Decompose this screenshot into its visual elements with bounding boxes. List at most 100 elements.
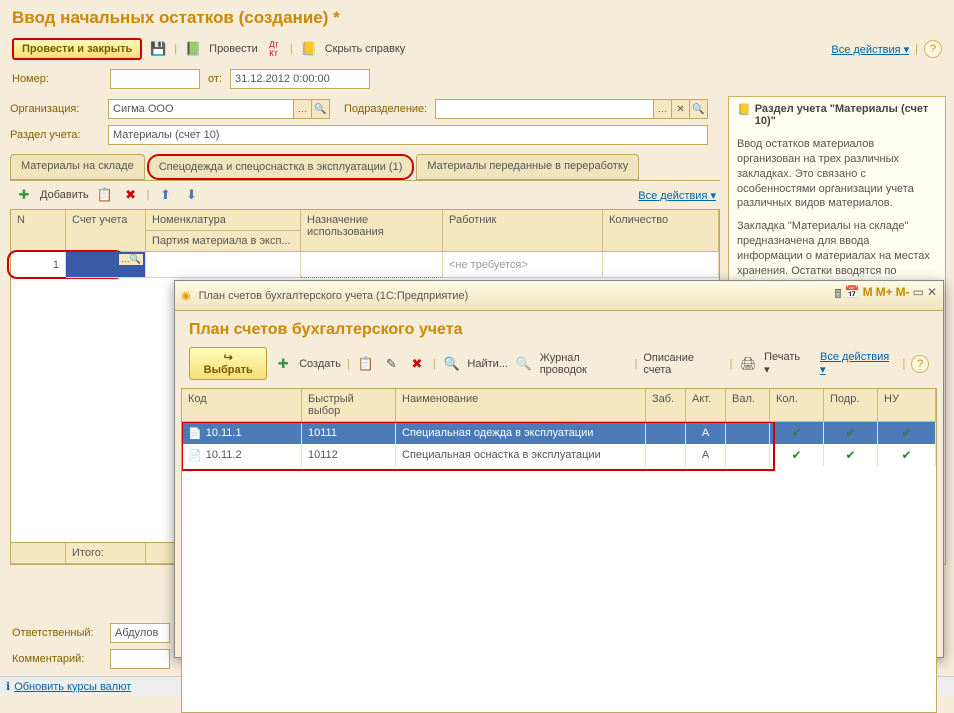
- post-button[interactable]: Провести: [209, 43, 258, 55]
- tab-stock[interactable]: Материалы на складе: [10, 154, 145, 180]
- col-n: N: [11, 210, 66, 252]
- from-label: от:: [208, 73, 222, 85]
- all-actions-link[interactable]: Все действия ▾: [638, 189, 716, 202]
- modal-wintitle: План счетов бухгалтерского учета (1С:Пре…: [199, 290, 469, 302]
- subdiv-field[interactable]: … ✕ 🔍: [435, 99, 708, 119]
- totals-label: Итого:: [66, 543, 146, 564]
- help-title: Раздел учета "Материалы (счет 10)": [755, 103, 937, 127]
- ellipsis-icon[interactable]: …: [653, 100, 671, 118]
- copy-icon[interactable]: 📋: [356, 354, 376, 374]
- number-field[interactable]: [110, 69, 200, 89]
- page-title: Ввод начальных остатков (создание) *: [0, 0, 954, 34]
- col-quick: Быстрый выбор: [302, 389, 396, 422]
- tab-processing[interactable]: Материалы переданные в переработку: [416, 154, 639, 180]
- col-batch: Партия материала в эксп...: [146, 231, 301, 252]
- add-icon[interactable]: ✚: [14, 185, 34, 205]
- delete-icon[interactable]: ✖: [407, 354, 427, 374]
- col-worker: Работник: [443, 210, 603, 252]
- date-field[interactable]: 31.12.2012 0:00:00: [230, 69, 370, 89]
- responsible-field[interactable]: Абдулов: [110, 623, 170, 643]
- minimize-icon[interactable]: ▭: [913, 285, 924, 306]
- edit-icon[interactable]: ✎: [381, 354, 401, 374]
- down-icon[interactable]: ⬇: [181, 185, 201, 205]
- section-field[interactable]: Материалы (счет 10): [108, 125, 708, 145]
- clear-icon[interactable]: ✕: [671, 100, 689, 118]
- help-icon[interactable]: ?: [911, 355, 929, 373]
- select-button[interactable]: ↪ Выбрать: [189, 347, 267, 380]
- responsible-label: Ответственный:: [12, 627, 106, 639]
- divider: |: [635, 358, 638, 370]
- m-minus-button[interactable]: M-: [896, 285, 910, 306]
- chart-of-accounts-modal: ◉ План счетов бухгалтерского учета (1С:П…: [174, 280, 944, 658]
- org-field[interactable]: Сигма ООО … 🔍: [108, 99, 330, 119]
- col-podr: Подр.: [824, 389, 878, 422]
- divider: |: [915, 43, 918, 55]
- close-icon[interactable]: ✕: [927, 285, 937, 306]
- print-button[interactable]: Печать ▾: [764, 351, 808, 376]
- number-label: Номер:: [12, 73, 106, 85]
- dtkt-icon[interactable]: ДтКт: [264, 39, 284, 59]
- help-icon[interactable]: ?: [924, 40, 942, 58]
- account-row[interactable]: 📄10.11.110111Специальная одежда в эксплу…: [182, 422, 936, 444]
- app-icon: ◉: [181, 289, 191, 302]
- accounts-list[interactable]: 📄10.11.110111Специальная одежда в эксплу…: [182, 422, 936, 712]
- create-icon[interactable]: ✚: [273, 354, 293, 374]
- col-nomenclature: Номенклатура: [146, 210, 301, 231]
- comment-label: Комментарий:: [12, 653, 106, 665]
- col-name: Наименование: [396, 389, 646, 422]
- divider: |: [433, 358, 436, 370]
- find-button[interactable]: Найти...: [467, 358, 508, 370]
- col-code: Код: [182, 389, 302, 422]
- copy-icon[interactable]: 📋: [95, 185, 115, 205]
- subdiv-label: Подразделение:: [344, 103, 427, 115]
- journal-button[interactable]: Журнал проводок: [540, 352, 629, 376]
- divider: |: [147, 189, 150, 201]
- all-actions-link[interactable]: Все действия ▾: [831, 43, 909, 56]
- main-toolbar: Провести и закрыть 💾 | 📗 Провести ДтКт |…: [0, 34, 954, 66]
- divider: |: [290, 43, 293, 55]
- col-account: Счет учета: [66, 210, 146, 252]
- desc-button[interactable]: Описание счета: [643, 352, 723, 376]
- divider: |: [902, 358, 905, 370]
- find-icon[interactable]: 🔍: [442, 354, 462, 374]
- col-zab: Заб.: [646, 389, 686, 422]
- org-label: Организация:: [10, 103, 104, 115]
- hide-help-button[interactable]: Скрыть справку: [325, 43, 406, 55]
- info-icon[interactable]: 📒: [299, 39, 319, 59]
- calendar-icon[interactable]: 📅: [845, 285, 860, 306]
- col-nu: НУ: [878, 389, 936, 422]
- post-icon[interactable]: 📗: [183, 39, 203, 59]
- post-and-close-button[interactable]: Провести и закрыть: [12, 38, 142, 60]
- row-worker: <не требуется>: [443, 252, 603, 278]
- col-kol: Кол.: [770, 389, 824, 422]
- up-icon[interactable]: ⬆: [155, 185, 175, 205]
- search-icon[interactable]: 🔍: [689, 100, 707, 118]
- help-para: Ввод остатков материалов организован на …: [737, 137, 937, 211]
- add-button[interactable]: Добавить: [40, 189, 89, 201]
- m-button[interactable]: M: [863, 285, 873, 306]
- clear-find-icon[interactable]: 🔍: [514, 354, 534, 374]
- save-icon[interactable]: 💾: [148, 39, 168, 59]
- divider: |: [174, 43, 177, 55]
- col-qty: Количество: [603, 210, 719, 252]
- modal-heading: План счетов бухгалтерского учета: [175, 311, 943, 343]
- update-rates-link[interactable]: Обновить курсы валют: [14, 681, 131, 693]
- calc-icon[interactable]: 🖩: [834, 285, 841, 306]
- comment-field[interactable]: [110, 649, 170, 669]
- delete-icon[interactable]: ✖: [121, 185, 141, 205]
- all-actions-link[interactable]: Все действия ▾: [820, 351, 896, 376]
- section-label: Раздел учета:: [10, 129, 104, 141]
- print-icon[interactable]: 🖨: [738, 354, 758, 374]
- tab-special[interactable]: Спецодежда и спецоснастка в эксплуатации…: [147, 154, 415, 180]
- col-purpose: Назначение использования: [301, 210, 443, 252]
- m-plus-button[interactable]: M+: [876, 285, 893, 306]
- info-icon: 📒: [737, 103, 751, 133]
- create-button[interactable]: Создать: [299, 358, 341, 370]
- info-icon: ℹ: [6, 680, 10, 693]
- table-row[interactable]: 1 …🔍 <не требуется>: [11, 252, 719, 278]
- account-row[interactable]: 📄10.11.210112Специальная оснастка в эксп…: [182, 444, 936, 466]
- divider: |: [347, 358, 350, 370]
- search-icon[interactable]: 🔍: [311, 100, 329, 118]
- divider: |: [730, 358, 733, 370]
- ellipsis-icon[interactable]: …: [293, 100, 311, 118]
